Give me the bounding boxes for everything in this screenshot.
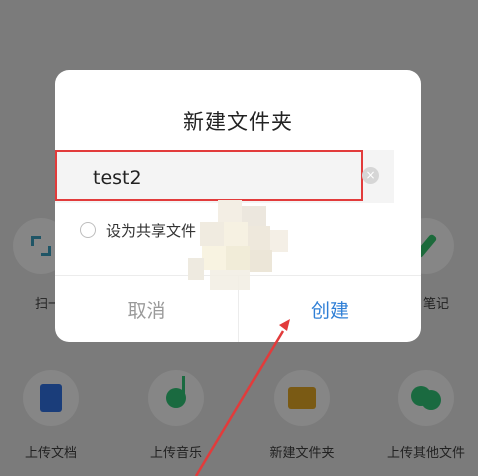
annotation-arrow: [194, 319, 290, 476]
